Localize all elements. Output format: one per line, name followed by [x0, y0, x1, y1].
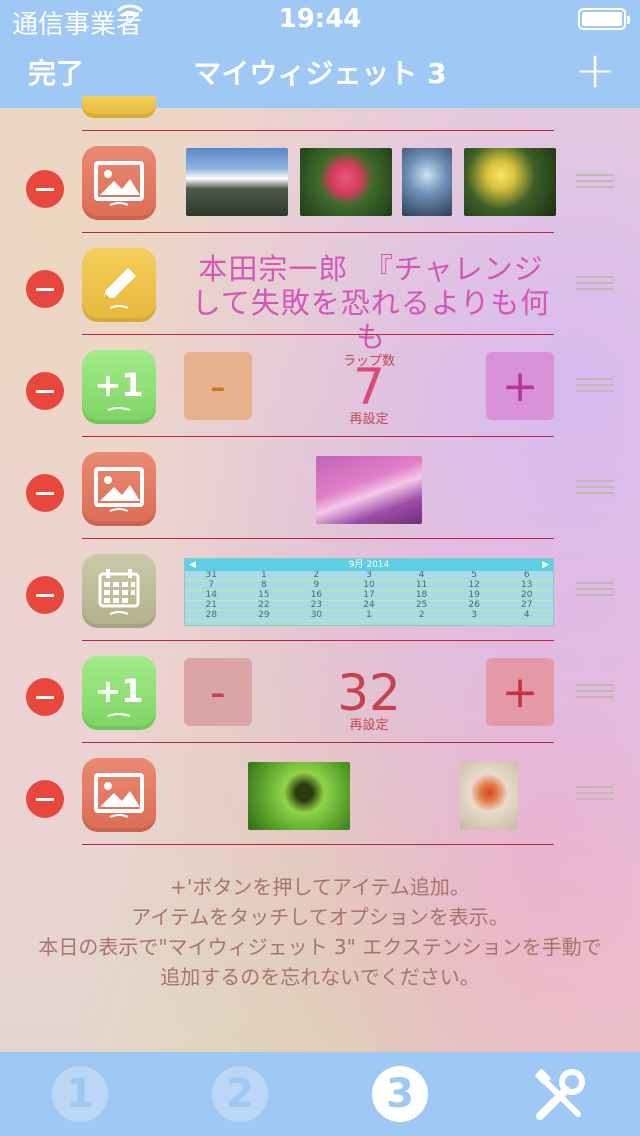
row-separator: [82, 640, 554, 641]
photo-thumbnail: [186, 148, 288, 216]
widget-row-lap-counter[interactable]: +1 - ラップ数 7 再設定 +: [0, 336, 640, 438]
page-title: マイウィジェット 3: [193, 57, 447, 90]
widget-row-counter[interactable]: +1 - 32 再設定 +: [0, 642, 640, 744]
decrement-button[interactable]: -: [184, 352, 252, 420]
decrement-button[interactable]: -: [184, 658, 252, 726]
pencil-widget-icon: [82, 248, 156, 322]
tab-widget-2[interactable]: 2: [212, 1066, 268, 1122]
clock: 19:44: [278, 4, 362, 34]
svg-text:+1: +1: [94, 672, 143, 710]
instruction-line: 追加するのを忘れないでください。: [160, 965, 480, 989]
calendar-day: 29: [237, 611, 291, 621]
calendar-day: 28: [185, 611, 238, 621]
calendar-widget-icon: [82, 554, 156, 628]
row-separator: [82, 130, 554, 131]
partial-widget-icon: [82, 96, 156, 118]
instruction-line: アイテムをタッチしてオプションを表示。: [131, 905, 509, 929]
photo-thumbnail: [300, 148, 392, 216]
reset-label[interactable]: 再設定: [306, 408, 432, 427]
photo-widget-icon: [82, 146, 156, 220]
delete-button[interactable]: [26, 170, 64, 208]
increment-button[interactable]: +: [486, 658, 554, 726]
widget-row-photos-2[interactable]: [0, 438, 640, 540]
calendar-day: 30: [290, 611, 343, 621]
calendar-month: 9月 2014: [348, 560, 390, 570]
instruction-line: 本日の表示で"マイウィジェット 3" エクステンションを手動で: [38, 935, 602, 959]
tools-icon[interactable]: [530, 1066, 590, 1126]
delete-button[interactable]: [26, 372, 64, 410]
delete-button[interactable]: [26, 576, 64, 614]
widget-row-memo[interactable]: 本田宗一郎 『チャレンジして失敗を恐れるよりも何も: [0, 234, 640, 354]
battery-icon: [578, 8, 630, 30]
reorder-handle[interactable]: [576, 582, 614, 598]
widget-row-calendar[interactable]: ◀ 9月 2014 ▶ 31 1 2 3 4 5 6 7 8 9 10 11 12 13 14 15 16 17 1…: [0, 540, 640, 642]
reorder-handle[interactable]: [576, 276, 614, 292]
photo-thumbnail: [464, 148, 556, 216]
next-month-icon: ▶: [542, 560, 549, 570]
add-icon[interactable]: +: [574, 40, 616, 100]
calendar-day: 3: [447, 611, 501, 621]
calendar-day: 4: [500, 611, 553, 621]
photo-widget-icon: [82, 758, 156, 832]
svg-text:+1: +1: [94, 366, 143, 404]
calendar-day: 2: [395, 611, 448, 621]
counter-widget-icon: +1: [82, 350, 156, 424]
instructions-text: +'ボタンを押してアイテム追加。 アイテムをタッチしてオプションを表示。 本日の…: [0, 872, 640, 992]
calendar-day: 1: [342, 611, 396, 621]
calendar-preview: ◀ 9月 2014 ▶ 31 1 2 3 4 5 6 7 8 9 10 11 12 13 14 15 16 17 1…: [184, 558, 554, 626]
calendar-header: ◀ 9月 2014 ▶: [185, 559, 553, 571]
photo-thumbnail: [248, 762, 350, 830]
photo-widget-icon: [82, 452, 156, 526]
row-separator: [82, 538, 554, 539]
instruction-line: +'ボタンを押してアイテム追加。: [170, 875, 470, 899]
row-separator: [82, 436, 554, 437]
reset-label[interactable]: 再設定: [306, 714, 432, 733]
delete-button[interactable]: [26, 474, 64, 512]
increment-button[interactable]: +: [486, 352, 554, 420]
reorder-handle[interactable]: [576, 378, 614, 394]
delete-button[interactable]: [26, 270, 64, 308]
widget-row-photos-3[interactable]: [0, 744, 640, 846]
tab-widget-1[interactable]: 1: [52, 1066, 108, 1122]
row-separator: [82, 334, 554, 335]
reorder-handle[interactable]: [576, 786, 614, 802]
row-separator: [82, 844, 554, 845]
tab-widget-3[interactable]: 3: [372, 1066, 428, 1122]
reorder-handle[interactable]: [576, 480, 614, 496]
row-separator: [82, 742, 554, 743]
delete-button[interactable]: [26, 678, 64, 716]
reorder-handle[interactable]: [576, 684, 614, 700]
counter-widget-icon: +1: [82, 656, 156, 730]
status-bar: 通信事業者 19:44: [0, 0, 640, 40]
row-separator: [82, 232, 554, 233]
photo-thumbnail: [316, 456, 422, 524]
calendar-grid: 31 1 2 3 4 5 6 7 8 9 10 11 12 13 14 15 16 17 18 19 20 21 22 23 2…: [185, 571, 553, 621]
prev-month-icon: ◀: [189, 560, 196, 570]
widget-row-photos-1[interactable]: [0, 132, 640, 234]
photo-thumbnail: [402, 148, 452, 216]
delete-button[interactable]: [26, 780, 64, 818]
photo-thumbnail: [460, 762, 518, 830]
reorder-handle[interactable]: [576, 174, 614, 190]
tab-bar: 1 2 3: [0, 1052, 640, 1136]
